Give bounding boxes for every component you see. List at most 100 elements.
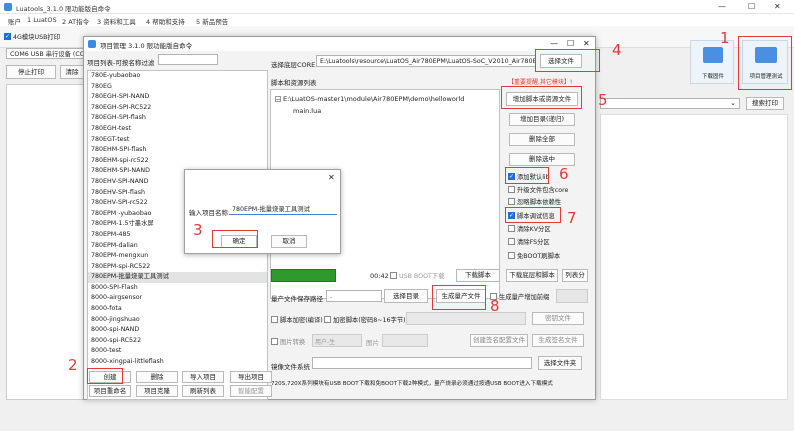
menu-help[interactable]: 4 帮助和支持	[146, 16, 185, 26]
extra-download-button[interactable]: 列表分	[562, 269, 588, 282]
collapse-icon[interactable]: −	[275, 96, 281, 103]
usb-boot-checkbox[interactable]: USB BOOT下载	[390, 271, 445, 280]
annotation-5: 5	[598, 91, 608, 109]
project-list-item[interactable]: 780EGH-test	[88, 124, 267, 135]
annotation-4: 4	[612, 41, 622, 59]
warning-text: 【重要提醒,其它模块】!	[508, 79, 573, 86]
project-list-item[interactable]: 780EPM-spi-RC522	[88, 262, 267, 273]
mass-prefix-input[interactable]	[556, 289, 588, 303]
close-icon[interactable]: ✕	[774, 2, 781, 11]
delete-all-button[interactable]: 删除全部	[509, 133, 575, 146]
project-list-item[interactable]: 8000-test	[88, 346, 267, 357]
option-checkbox[interactable]: 免BOOT刷脚本	[508, 251, 560, 260]
pic-format-select[interactable]: 用户-生	[312, 334, 362, 347]
project-list-item[interactable]: 8000-SPI-Flash	[88, 283, 267, 294]
image-system-input[interactable]	[312, 357, 532, 369]
menu-luatos[interactable]: 1 LuatOS	[27, 16, 57, 24]
project-list-item[interactable]: 8000-spi-RC522	[88, 336, 267, 347]
usb-print-label: 4G模块USB打印	[13, 34, 60, 41]
clear-button[interactable]: 清除	[60, 65, 84, 79]
checkbox-icon	[271, 338, 278, 345]
project-list-item[interactable]: 8000-spi-NAND	[88, 325, 267, 336]
right-select[interactable]: ⌄	[600, 98, 740, 109]
project-list-item[interactable]: 780EGH-SPI-RC522	[88, 103, 267, 114]
checkbox-icon	[508, 252, 515, 259]
delete-button[interactable]: 删除	[136, 371, 178, 383]
checkbox-icon	[271, 316, 278, 323]
dialog-name-label: 输入项目名称:	[189, 209, 231, 217]
download-script-button[interactable]: 下载脚本	[456, 269, 500, 282]
project-list-item[interactable]: 780E-yubaobao	[88, 71, 267, 82]
usb-boot-label: USB BOOT下载	[399, 273, 445, 280]
refresh-list-button[interactable]: 刷新列表	[182, 385, 224, 397]
stop-print-button[interactable]: 停止打印	[6, 65, 56, 79]
usb-print-checkbox[interactable]: ✓ 4G模块USB打印	[4, 32, 60, 41]
close-icon[interactable]: ✕	[328, 173, 335, 182]
option-checkbox[interactable]: 忽略脚本依赖性	[508, 197, 561, 206]
menu-account[interactable]: 账户	[8, 16, 21, 26]
close-icon[interactable]: ✕	[583, 39, 590, 48]
menu-new[interactable]: 5 新品预告	[196, 16, 228, 26]
smart-config-button[interactable]: 智能配置	[230, 385, 272, 397]
project-list-item[interactable]: 8000-xingpai-littleflash	[88, 357, 267, 368]
password-input[interactable]	[406, 312, 526, 325]
create-sign-config-button[interactable]: 创建签名配置文件	[470, 334, 528, 347]
project-list-item[interactable]: 8000-airgsensor	[88, 293, 267, 304]
password-file-button[interactable]: 密钥文件	[532, 312, 584, 325]
checkbox-checked-icon: ✓	[4, 33, 11, 40]
project-window-title-bar: 项目管理 3.1.0 限功能版自命令 — ☐ ✕	[84, 37, 595, 51]
maximize-icon[interactable]: ☐	[567, 39, 574, 48]
pic-output-label: 图片	[366, 339, 379, 347]
rename-project-button[interactable]: 项目重命名	[89, 385, 131, 397]
project-list-item[interactable]: 780EGH-SPI-NAND	[88, 92, 267, 103]
encrypt-script-checkbox[interactable]: 加密脚本(密码8~16字节)	[324, 315, 406, 324]
pic-convert-checkbox[interactable]: 图片转换	[271, 337, 305, 346]
option-checkbox[interactable]: 清除KV分区	[508, 224, 551, 233]
project-name-input[interactable]: 780EPM-批量烧录工具测试	[229, 203, 337, 215]
clone-project-button[interactable]: 项目克隆	[136, 385, 178, 397]
option-checkbox[interactable]: 清除FS分区	[508, 237, 550, 246]
download-firmware-icon	[703, 47, 723, 63]
menu-bar: 账户 1 LuatOS 2 AT指令 3 资料和工具 4 帮助和支持 5 新品预…	[0, 14, 794, 26]
export-project-button[interactable]: 导出项目	[230, 371, 272, 383]
minimize-icon[interactable]: —	[718, 2, 726, 11]
gen-sign-button[interactable]: 生成签名文件	[532, 334, 584, 347]
pic-output-input[interactable]	[382, 334, 428, 347]
core-label: 选择底层CORE	[271, 61, 316, 69]
minimize-icon[interactable]: —	[550, 39, 558, 48]
search-print-button[interactable]: 搜索打印	[746, 97, 784, 110]
tree-root-folder[interactable]: E:\LuatOS-master1\module\Air780EPM\demo\…	[283, 95, 464, 103]
project-list-item[interactable]: 8000-fota	[88, 304, 267, 315]
select-folder-button[interactable]: 选择文件夹	[538, 356, 582, 370]
project-list-item[interactable]: 8000-jingshuao	[88, 315, 267, 326]
select-dir-button[interactable]: 选择目录	[384, 289, 428, 303]
checkbox-icon	[508, 225, 515, 232]
option-label: 免BOOT刷脚本	[517, 253, 561, 260]
port-select[interactable]: COM6 USB 串行设备 (CO	[6, 48, 84, 59]
project-list-item[interactable]: 780EG	[88, 82, 267, 93]
project-list-item[interactable]: 780EGT-test	[88, 135, 267, 146]
encrypt-checkbox[interactable]: 脚本加密(编译)	[271, 315, 323, 324]
option-checkbox[interactable]: 升级文件包含core	[508, 185, 568, 194]
app-icon	[4, 3, 12, 11]
project-filter-input[interactable]	[158, 54, 218, 65]
project-list-item[interactable]: 780EHM-SPI-flash	[88, 145, 267, 156]
menu-at[interactable]: 2 AT指令	[62, 16, 89, 26]
mass-path-input[interactable]: .	[326, 290, 382, 302]
project-list-item[interactable]: 780EPM-批量烧录工具测试	[88, 272, 267, 283]
project-list-item[interactable]: 780EGH-SPI-flash	[88, 113, 267, 124]
project-list-item[interactable]: 780EHM-spi-rc522	[88, 156, 267, 167]
image-system-label: 镜像文件系统	[271, 363, 310, 371]
scripts-label: 脚本和资源列表	[271, 79, 317, 87]
tree-file-main-lua[interactable]: main.lua	[293, 107, 321, 115]
add-dir-button[interactable]: 增加目录(递归)	[509, 113, 575, 126]
cancel-button[interactable]: 取消	[271, 235, 307, 248]
menu-docs[interactable]: 3 资料和工具	[97, 16, 136, 26]
import-project-button[interactable]: 导入项目	[182, 371, 224, 383]
maximize-icon[interactable]: ☐	[748, 2, 755, 11]
annotation-box-4	[535, 49, 600, 72]
checkbox-icon	[390, 272, 397, 279]
annotation-7: 7	[567, 209, 577, 227]
core-path-input[interactable]: E:\Luatools\resource\LuatOS_Air780EPM\Lu…	[316, 55, 536, 67]
download-core-script-button[interactable]: 下载底层和脚本	[506, 269, 558, 282]
